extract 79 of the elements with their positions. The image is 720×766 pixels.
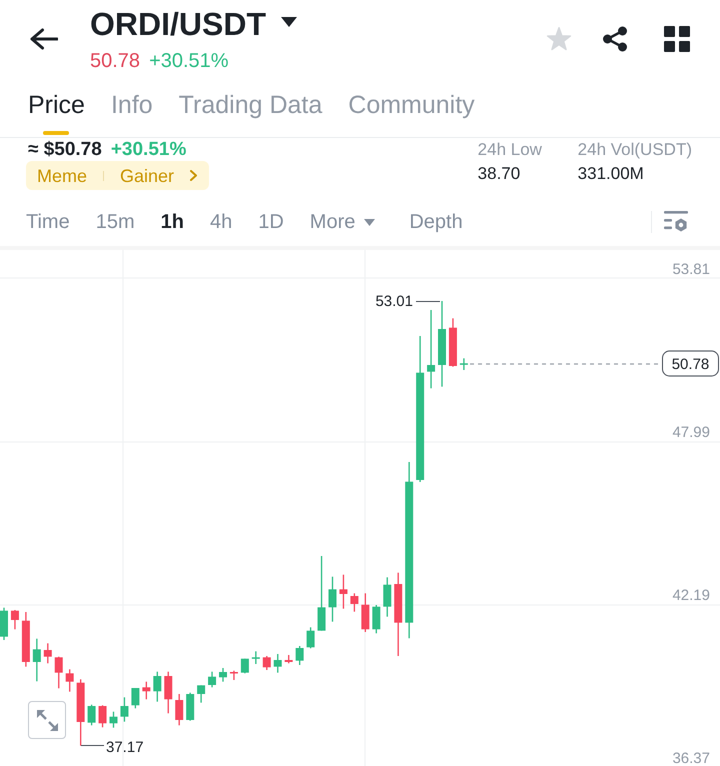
- expand-button[interactable]: [28, 701, 66, 739]
- stat-label: 24h Low: [478, 140, 543, 160]
- price-change: +30.51%: [110, 139, 186, 160]
- candle: [219, 668, 227, 682]
- last-price-tag: 50.78: [662, 350, 719, 376]
- last-price: 50.78: [90, 49, 140, 73]
- candle: [361, 593, 370, 632]
- candle: [88, 704, 96, 726]
- stat-value: 331.00M: [578, 164, 645, 184]
- leader-line: [416, 301, 440, 302]
- candle: [339, 574, 348, 609]
- candle: [175, 694, 184, 726]
- caret-down-icon[interactable]: [281, 17, 297, 27]
- candle: [372, 605, 380, 634]
- interval-tab[interactable]: 15m: [96, 210, 135, 234]
- leader-line: [80, 745, 104, 746]
- candle: [328, 576, 336, 622]
- axis-label: 47.99: [672, 424, 710, 441]
- candle: [240, 658, 249, 674]
- tag-bar[interactable]: Meme Gainer: [26, 161, 210, 190]
- interval-tab[interactable]: Depth: [409, 210, 463, 234]
- candle: [153, 672, 162, 702]
- candle: [0, 608, 8, 640]
- tag-label: Meme: [37, 164, 88, 186]
- candle: [142, 682, 150, 700]
- candle: [208, 672, 216, 688]
- star-icon[interactable]: [546, 26, 572, 52]
- candle: [44, 643, 52, 664]
- candle: [66, 669, 74, 692]
- candle: [350, 593, 358, 612]
- approx-price: ≈ $50.78: [28, 139, 102, 160]
- back-arrow-icon[interactable]: [30, 28, 58, 50]
- interval-dropdown[interactable]: More: [310, 210, 376, 234]
- candle: [296, 646, 304, 665]
- candle: [54, 656, 63, 688]
- candle: [22, 612, 30, 667]
- share-icon[interactable]: [602, 26, 628, 52]
- tag-label: Gainer: [120, 164, 174, 186]
- candle: [460, 358, 468, 370]
- low-price-label: 37.17: [106, 739, 144, 756]
- axis-label: 42.19: [672, 587, 710, 604]
- interval-tab[interactable]: Time: [26, 210, 70, 234]
- axis-label: 53.81: [672, 261, 710, 278]
- interval-tab[interactable]: 1h: [160, 210, 184, 234]
- candle: [10, 610, 19, 630]
- candle: [230, 670, 238, 680]
- candle: [120, 697, 128, 722]
- caret-down-icon: [364, 218, 376, 226]
- stat-label: 24h Vol(USDT): [578, 140, 692, 160]
- tab[interactable]: Community: [348, 84, 475, 137]
- candle: [306, 627, 315, 648]
- candle: [32, 638, 41, 682]
- candle: [448, 318, 457, 367]
- high-price-label: 53.01: [375, 293, 413, 310]
- chart-settings-icon[interactable]: [664, 211, 688, 233]
- candle: [197, 685, 206, 703]
- candle: [274, 654, 282, 673]
- candle: [164, 672, 172, 714]
- expand-icon: [36, 710, 58, 730]
- tab[interactable]: Price: [28, 84, 85, 137]
- candle: [76, 679, 85, 746]
- price-change: +30.51%: [149, 49, 229, 73]
- axis-label: 36.37: [672, 750, 710, 766]
- pair-title[interactable]: ORDI/USDT: [90, 6, 266, 42]
- chevron-right-icon: [190, 170, 198, 181]
- candle: [262, 656, 271, 670]
- candle: [186, 692, 194, 721]
- candle: [284, 655, 293, 664]
- candle: [110, 712, 118, 728]
- stat-value: 38.70: [478, 164, 522, 184]
- candle: [383, 577, 392, 617]
- candle: [252, 651, 260, 664]
- candle: [98, 705, 107, 728]
- interval-tab[interactable]: 4h: [210, 210, 232, 234]
- grid-icon[interactable]: [664, 26, 690, 52]
- tab[interactable]: Trading Data: [178, 84, 322, 137]
- tab[interactable]: Info: [110, 84, 153, 137]
- candle: [131, 688, 140, 708]
- interval-tab[interactable]: 1D: [258, 210, 284, 234]
